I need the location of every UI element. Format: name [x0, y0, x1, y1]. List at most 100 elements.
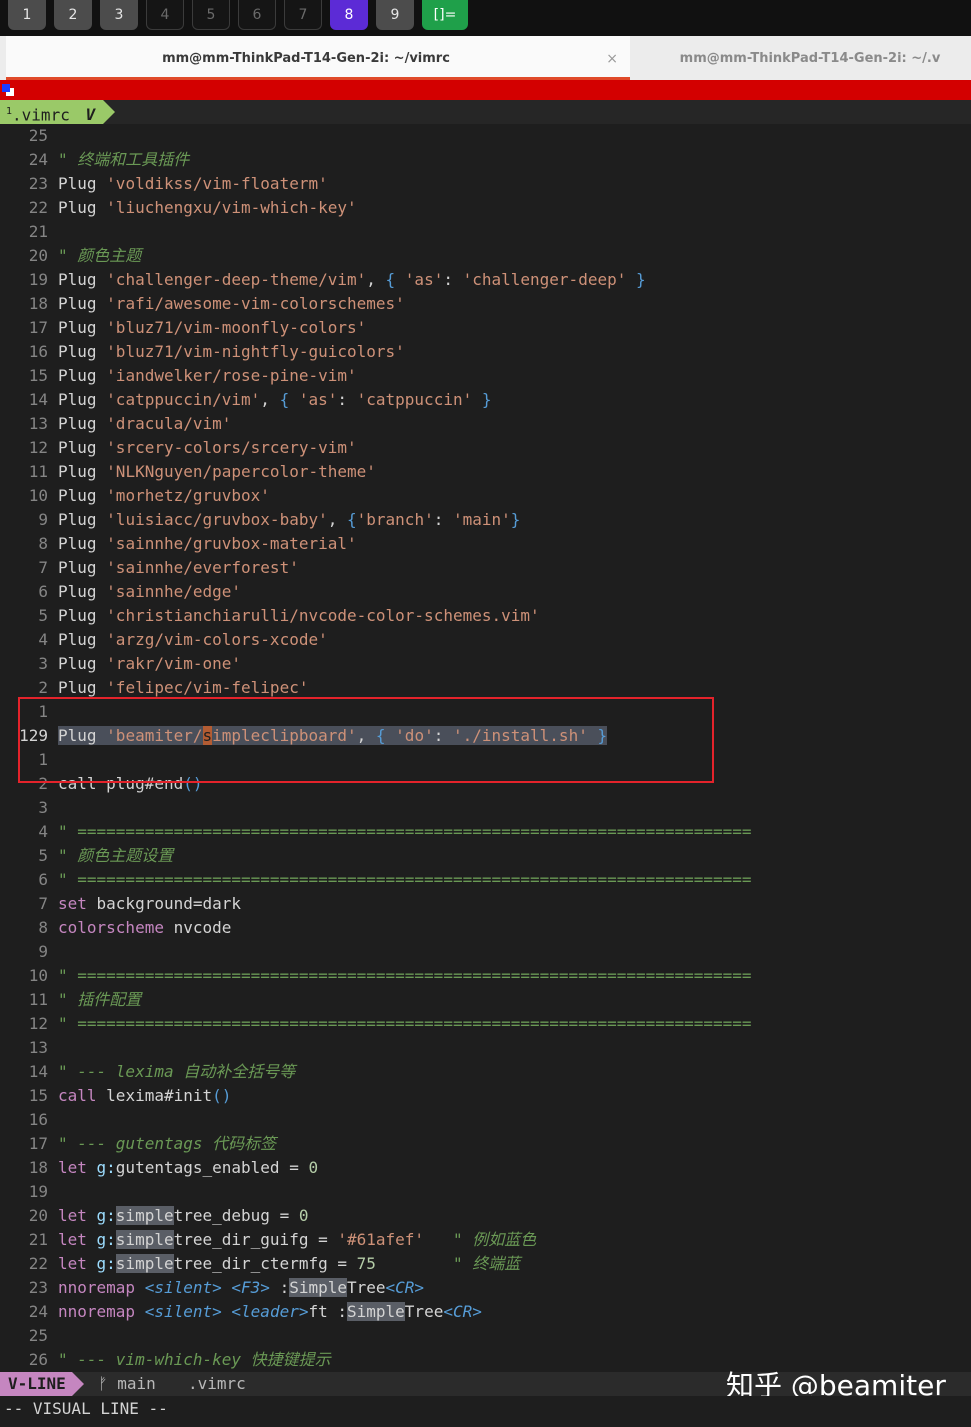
- token: simple: [115, 1254, 174, 1273]
- token: {: [279, 390, 299, 409]
- token: Plug: [58, 318, 107, 337]
- code-line[interactable]: 9: [0, 940, 971, 964]
- code-line[interactable]: 16: [0, 1108, 971, 1132]
- code-line[interactable]: 7 set background=dark: [0, 892, 971, 916]
- token: '#61afef': [337, 1230, 425, 1249]
- line-text: Plug 'arzg/vim-colors-xcode': [58, 628, 328, 652]
- code-line[interactable]: 15 Plug 'iandwelker/rose-pine-vim': [0, 364, 971, 388]
- code-line[interactable]: 21: [0, 220, 971, 244]
- close-icon[interactable]: ×: [606, 36, 618, 82]
- buffer-flag: V: [85, 105, 96, 125]
- code-line[interactable]: 5 " 颜色主题设置: [0, 844, 971, 868]
- code-line[interactable]: 19 Plug 'challenger-deep-theme/vim', { 'a…: [0, 268, 971, 292]
- terminal-tab-inactive[interactable]: mm@mm-ThinkPad-T14-Gen-2i: ~/.v: [640, 36, 971, 80]
- token: }: [510, 510, 521, 529]
- code-line[interactable]: 14 Plug 'catppuccin/vim', { 'as': 'catppu…: [0, 388, 971, 412]
- code-line[interactable]: 6 Plug 'sainnhe/edge': [0, 580, 971, 604]
- code-line[interactable]: 12 Plug 'srcery-colors/srcery-vim': [0, 436, 971, 460]
- token: Plug: [58, 366, 107, 385]
- line-text: Plug 'challenger-deep-theme/vim', { 'as'…: [58, 268, 646, 292]
- code-line[interactable]: 13: [0, 1036, 971, 1060]
- line-number: 16: [28, 1110, 48, 1129]
- code-line[interactable]: 12 " ====================================…: [0, 1012, 971, 1036]
- code-line[interactable]: 22 let g:simpletree_dir_ctermfg = 75 " 终端…: [0, 1252, 971, 1276]
- code-line[interactable]: 21 let g:simpletree_dir_guifg = '#61afef'…: [0, 1228, 971, 1252]
- line-number: 10: [28, 486, 48, 505]
- code-line[interactable]: 4 Plug 'arzg/vim-colors-xcode': [0, 628, 971, 652]
- workspace-button-1[interactable]: 1: [8, 0, 46, 30]
- token: Plug: [58, 438, 107, 457]
- line-number: 24: [28, 1302, 48, 1321]
- code-line[interactable]: 6 " =====================================…: [0, 868, 971, 892]
- code-line[interactable]: 3 Plug 'rakr/vim-one': [0, 652, 971, 676]
- token: tree_dir_guifg: [173, 1230, 319, 1249]
- token: =: [289, 1158, 309, 1177]
- code-line[interactable]: 24 " 终端和工具插件: [0, 148, 971, 172]
- token: gutentags_enabled: [115, 1158, 290, 1177]
- powerline-separator: [103, 100, 116, 124]
- line-text: " ======================================…: [58, 1012, 752, 1036]
- code-line[interactable]: 10 " ====================================…: [0, 964, 971, 988]
- workspace-button-7[interactable]: 7: [284, 0, 322, 30]
- code-line[interactable]: 18 let g:gutentags_enabled = 0: [0, 1156, 971, 1180]
- token: " --- vim-which-key 快捷键提示: [58, 1350, 331, 1369]
- code-line[interactable]: 10 Plug 'morhetz/gruvbox': [0, 484, 971, 508]
- code-line[interactable]: 23 nnoremap <silent> <F3> :SimpleTree<CR>: [0, 1276, 971, 1300]
- line-text: set background=dark: [58, 892, 241, 916]
- token: " ======================================…: [58, 870, 752, 889]
- workspace-button-3[interactable]: 3: [100, 0, 138, 30]
- line-number: 18: [28, 1158, 48, 1177]
- workspace-button-6[interactable]: 6: [238, 0, 276, 30]
- code-line[interactable]: 15 call lexima#init(): [0, 1084, 971, 1108]
- token: g:: [96, 1206, 116, 1225]
- code-line[interactable]: 4 " =====================================…: [0, 820, 971, 844]
- command-line[interactable]: -- VISUAL LINE --: [0, 1396, 971, 1427]
- line-text: Plug 'NLKNguyen/papercolor-theme': [58, 460, 376, 484]
- workspace-button-5[interactable]: 5: [192, 0, 230, 30]
- line-number: 13: [28, 414, 48, 433]
- line-number: 6: [38, 582, 48, 601]
- token: Plug: [58, 630, 107, 649]
- line-number: 11: [28, 462, 48, 481]
- token: Plug: [58, 510, 107, 529]
- code-line[interactable]: 8 colorscheme nvcode: [0, 916, 971, 940]
- code-line[interactable]: 13 Plug 'dracula/vim': [0, 412, 971, 436]
- token: Plug: [58, 678, 107, 697]
- buffer-tab[interactable]: 1.vimrc V: [0, 100, 116, 125]
- line-number: 25: [28, 1326, 48, 1345]
- token: " ======================================…: [58, 822, 752, 841]
- token: 'challenger-deep-theme/vim': [106, 270, 367, 289]
- code-line[interactable]: 18 Plug 'rafi/awesome-vim-colorschemes': [0, 292, 971, 316]
- code-line[interactable]: 25: [0, 124, 971, 148]
- code-line[interactable]: 14 " --- lexima 自动补全括号等: [0, 1060, 971, 1084]
- code-line[interactable]: 5 Plug 'christianchiarulli/nvcode-color-s…: [0, 604, 971, 628]
- code-line[interactable]: 8 Plug 'sainnhe/gruvbox-material': [0, 532, 971, 556]
- code-line[interactable]: 24 nnoremap <silent> <leader>ft :SimpleTr…: [0, 1300, 971, 1324]
- line-number: 3: [38, 654, 48, 673]
- code-line[interactable]: 23 Plug 'voldikss/vim-floaterm': [0, 172, 971, 196]
- code-line[interactable]: 11 " 插件配置: [0, 988, 971, 1012]
- token: tree_debug: [173, 1206, 280, 1225]
- code-line[interactable]: 20 let g:simpletree_debug = 0: [0, 1204, 971, 1228]
- code-line[interactable]: 17 " --- gutentags 代码标签: [0, 1132, 971, 1156]
- workspace-button-8[interactable]: 8: [330, 0, 368, 30]
- code-line[interactable]: 7 Plug 'sainnhe/everforest': [0, 556, 971, 580]
- workspace-button-10[interactable]: []=: [422, 0, 468, 30]
- code-line[interactable]: 9 Plug 'luisiacc/gruvbox-baby', {'branch'…: [0, 508, 971, 532]
- code-line[interactable]: 19: [0, 1180, 971, 1204]
- code-line[interactable]: 22 Plug 'liuchengxu/vim-which-key': [0, 196, 971, 220]
- code-line[interactable]: 17 Plug 'bluz71/vim-moonfly-colors': [0, 316, 971, 340]
- token: simple: [115, 1206, 174, 1225]
- code-line[interactable]: 11 Plug 'NLKNguyen/papercolor-theme': [0, 460, 971, 484]
- code-line[interactable]: 25: [0, 1324, 971, 1348]
- code-line[interactable]: 16 Plug 'bluz71/vim-nightfly-guicolors': [0, 340, 971, 364]
- code-line[interactable]: 20 " 颜色主题: [0, 244, 971, 268]
- token: 'liuchengxu/vim-which-key': [106, 198, 357, 217]
- terminal-tab-active[interactable]: mm@mm-ThinkPad-T14-Gen-2i: ~/vimrc ×: [6, 36, 630, 80]
- window-title-bar: [0, 80, 971, 100]
- code-line[interactable]: 3: [0, 796, 971, 820]
- workspace-button-4[interactable]: 4: [146, 0, 184, 30]
- token: Plug: [58, 654, 107, 673]
- workspace-button-2[interactable]: 2: [54, 0, 92, 30]
- workspace-button-9[interactable]: 9: [376, 0, 414, 30]
